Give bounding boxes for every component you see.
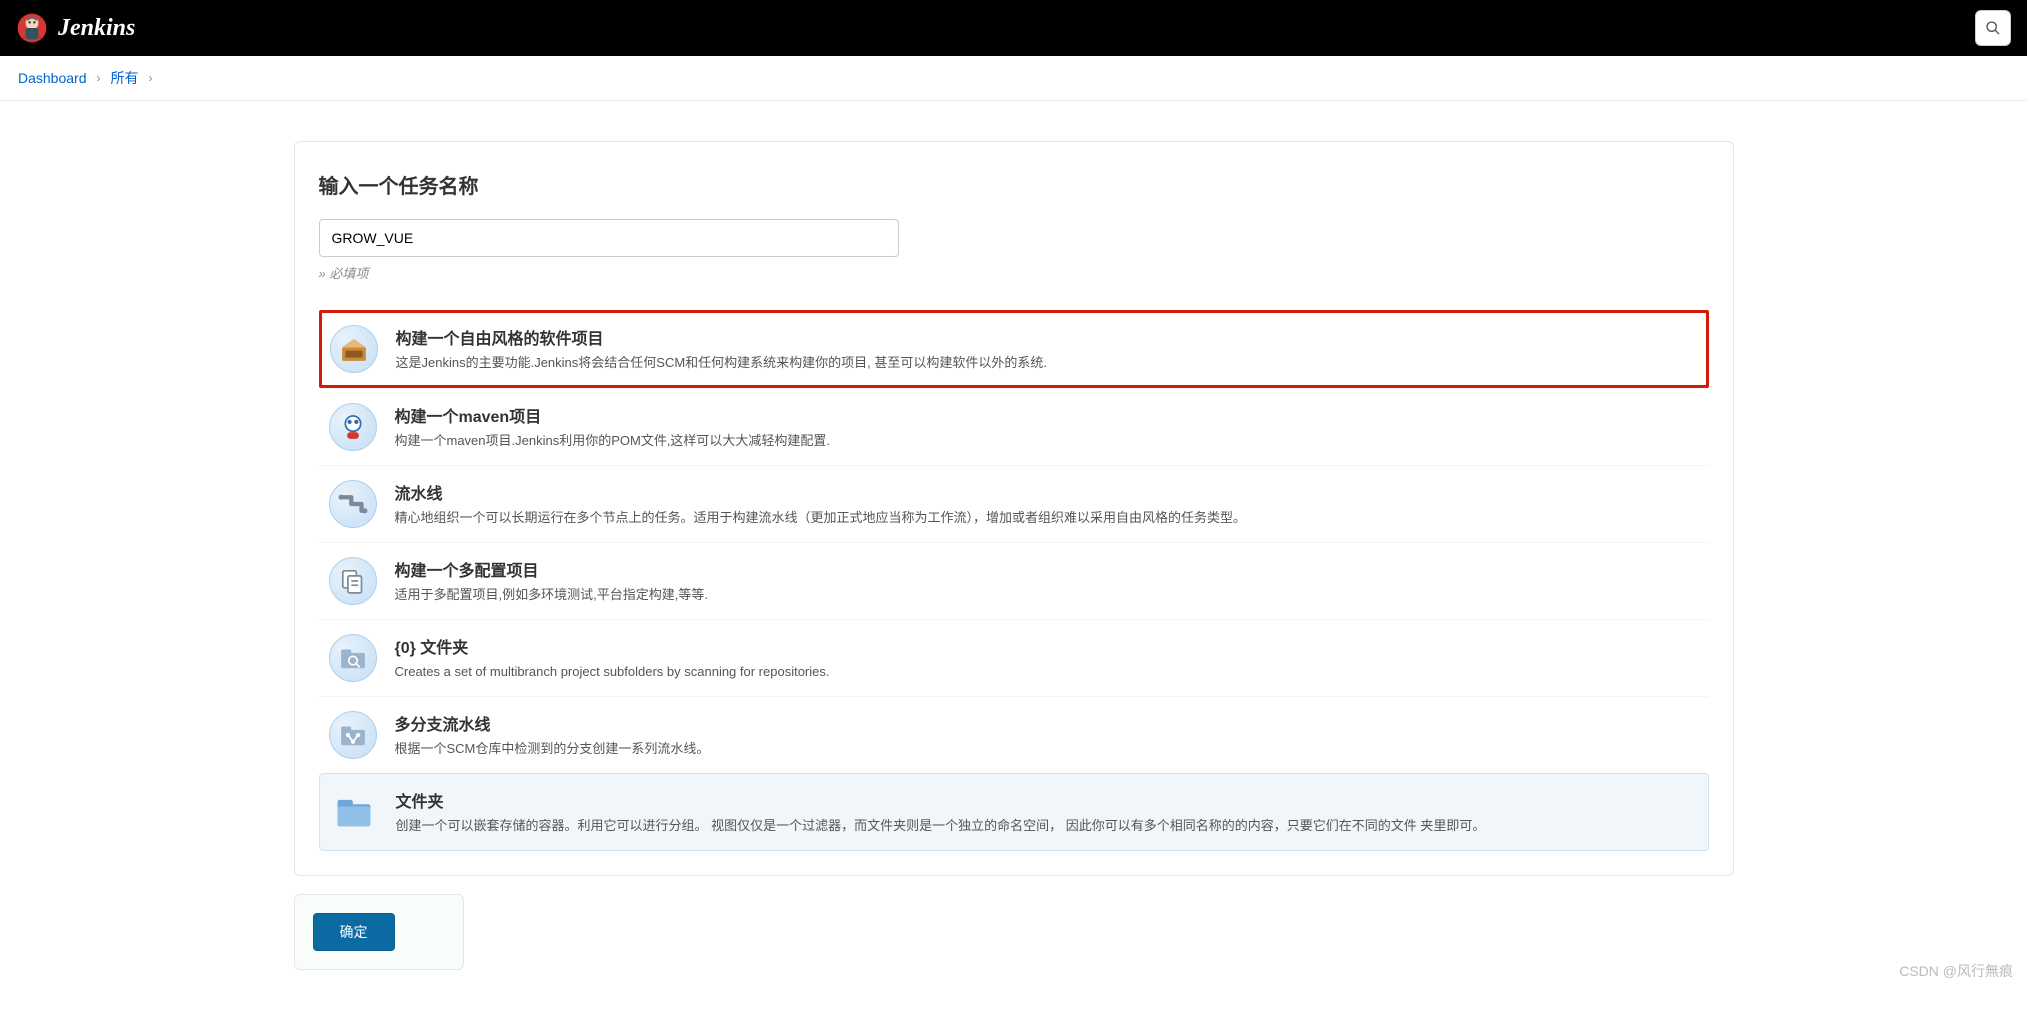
breadcrumb-all[interactable]: 所有 bbox=[111, 68, 139, 88]
freestyle-icon bbox=[330, 325, 378, 373]
required-hint: » 必填项 bbox=[319, 263, 1709, 282]
org-folder-icon bbox=[329, 634, 377, 682]
footer-bar: 确定 bbox=[294, 894, 464, 970]
item-title: 构建一个maven项目 bbox=[395, 403, 831, 427]
new-item-panel: 输入一个任务名称 » 必填项 构建一个自由风格的软件项目 这是Jenkins的主… bbox=[294, 141, 1734, 876]
multibranch-icon bbox=[329, 711, 377, 759]
item-desc: 根据一个SCM仓库中检测到的分支创建一系列流水线。 bbox=[395, 739, 710, 759]
item-type-maven[interactable]: 构建一个maven项目 构建一个maven项目.Jenkins利用你的POM文件… bbox=[319, 388, 1709, 465]
item-desc: 构建一个maven项目.Jenkins利用你的POM文件,这样可以大大减轻构建配… bbox=[395, 431, 831, 451]
search-button[interactable] bbox=[1975, 10, 2011, 46]
chevron-right-icon: › bbox=[97, 71, 101, 85]
pipeline-icon bbox=[329, 480, 377, 528]
multiconfig-icon bbox=[329, 557, 377, 605]
item-type-pipeline[interactable]: 流水线 精心地组织一个可以长期运行在多个节点上的任务。适用于构建流水线（更加正式… bbox=[319, 465, 1709, 542]
item-title: 文件夹 bbox=[396, 788, 1486, 812]
item-type-multiconfig[interactable]: 构建一个多配置项目 适用于多配置项目,例如多环境测试,平台指定构建,等等. bbox=[319, 542, 1709, 619]
breadcrumb-dashboard[interactable]: Dashboard bbox=[18, 70, 87, 86]
item-type-freestyle[interactable]: 构建一个自由风格的软件项目 这是Jenkins的主要功能.Jenkins将会结合… bbox=[319, 310, 1709, 388]
panel-title: 输入一个任务名称 bbox=[319, 170, 1709, 199]
jenkins-logo-icon bbox=[16, 12, 48, 44]
ok-button[interactable]: 确定 bbox=[313, 913, 395, 951]
item-desc: 适用于多配置项目,例如多环境测试,平台指定构建,等等. bbox=[395, 585, 708, 605]
breadcrumb: Dashboard › 所有 › bbox=[0, 56, 2027, 101]
item-name-input[interactable] bbox=[319, 219, 899, 257]
item-desc: Creates a set of multibranch project sub… bbox=[395, 662, 830, 682]
brand-text: Jenkins bbox=[58, 15, 135, 42]
item-title: 流水线 bbox=[395, 480, 1247, 504]
item-type-folder[interactable]: 文件夹 创建一个可以嵌套存储的容器。利用它可以进行分组。 视图仅仅是一个过滤器，… bbox=[319, 773, 1709, 851]
chevron-right-icon: › bbox=[149, 71, 153, 85]
item-type-multibranch[interactable]: 多分支流水线 根据一个SCM仓库中检测到的分支创建一系列流水线。 bbox=[319, 696, 1709, 773]
item-type-list: 构建一个自由风格的软件项目 这是Jenkins的主要功能.Jenkins将会结合… bbox=[319, 310, 1709, 851]
search-icon bbox=[1985, 20, 2001, 36]
maven-icon bbox=[329, 403, 377, 451]
folder-icon bbox=[330, 788, 378, 836]
item-desc: 创建一个可以嵌套存储的容器。利用它可以进行分组。 视图仅仅是一个过滤器，而文件夹… bbox=[396, 816, 1486, 836]
top-header: Jenkins bbox=[0, 0, 2027, 56]
brand-logo[interactable]: Jenkins bbox=[16, 12, 135, 44]
item-title: 构建一个多配置项目 bbox=[395, 557, 708, 581]
item-desc: 精心地组织一个可以长期运行在多个节点上的任务。适用于构建流水线（更加正式地应当称… bbox=[395, 508, 1247, 528]
watermark: CSDN @风行無痕 bbox=[1899, 961, 2013, 981]
item-desc: 这是Jenkins的主要功能.Jenkins将会结合任何SCM和任何构建系统来构… bbox=[396, 353, 1048, 373]
main-content: 输入一个任务名称 » 必填项 构建一个自由风格的软件项目 这是Jenkins的主… bbox=[0, 101, 2027, 1010]
item-type-org-folder[interactable]: {0} 文件夹 Creates a set of multibranch pro… bbox=[319, 619, 1709, 696]
item-title: 多分支流水线 bbox=[395, 711, 710, 735]
item-title: {0} 文件夹 bbox=[395, 634, 830, 658]
item-title: 构建一个自由风格的软件项目 bbox=[396, 325, 1048, 349]
